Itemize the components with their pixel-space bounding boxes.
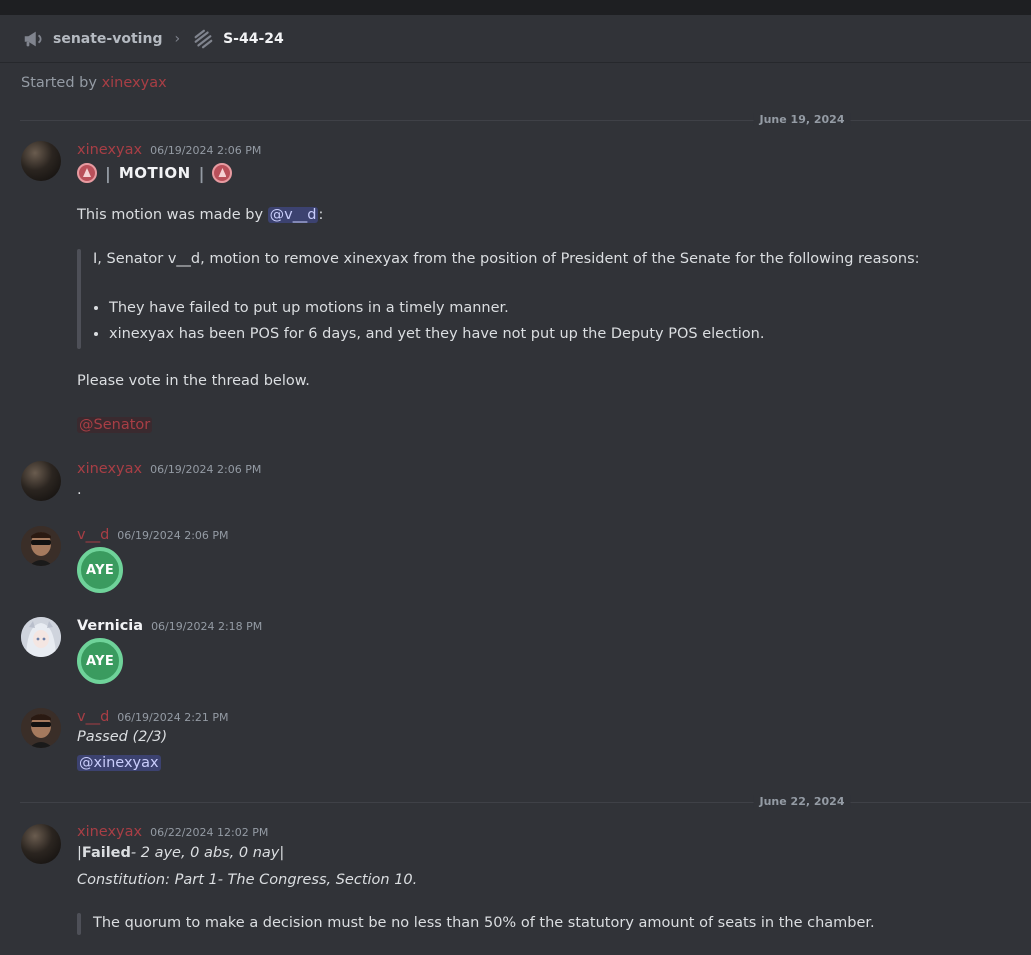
separator: | — [198, 163, 205, 183]
date-divider: June 19, 2024 — [20, 113, 1031, 126]
message-header: xinexyax 06/19/2024 2:06 PM — [77, 461, 261, 477]
message-header: v__d 06/19/2024 2:21 PM — [77, 709, 229, 725]
blockquote-bar — [77, 913, 81, 935]
message-header: xinexyax 06/19/2024 2:06 PM — [77, 142, 261, 158]
timestamp: 06/19/2024 2:06 PM — [150, 144, 262, 157]
aye-emoji-label: AYE — [85, 562, 114, 578]
message-header: Vernicia 06/19/2024 2:18 PM — [77, 618, 262, 634]
date-divider-label: June 22, 2024 — [753, 795, 851, 808]
message-text: Please vote in the thread below. — [77, 373, 310, 389]
avatar-photo — [21, 708, 61, 748]
reasons-list: They have failed to put up motions in a … — [91, 295, 764, 347]
message-text: Passed (2/3) — [77, 729, 167, 745]
thread-started-by: Started by xinexyax — [21, 75, 167, 91]
thread-starter-username[interactable]: xinexyax — [102, 75, 167, 91]
made-by-text: This motion was made by — [77, 207, 264, 223]
blockquote-bar — [77, 249, 81, 349]
punctuation: : — [318, 207, 324, 223]
message-header: xinexyax 06/22/2024 12:02 PM — [77, 824, 268, 840]
date-divider-label: June 19, 2024 — [753, 113, 851, 126]
message-header: v__d 06/19/2024 2:06 PM — [77, 527, 229, 543]
thread-header: senate-voting › S-44-24 — [0, 15, 1031, 63]
avatar-photo — [21, 526, 61, 566]
motion-label: MOTION — [118, 164, 191, 182]
citation: Constitution: Part 1- The Congress, Sect… — [77, 872, 418, 888]
username[interactable]: xinexyax — [77, 142, 142, 158]
vote-result-line: |Failed- 2 aye, 0 abs, 0 nay| — [77, 845, 284, 861]
timestamp: 06/19/2024 2:06 PM — [150, 463, 262, 476]
megaphone-icon — [24, 31, 42, 46]
role-mention[interactable]: @Senator — [77, 417, 153, 433]
timestamp: 06/19/2024 2:18 PM — [151, 620, 263, 633]
username[interactable]: xinexyax — [77, 461, 142, 477]
timestamp: 06/19/2024 2:21 PM — [117, 711, 229, 724]
window-top-bar — [0, 0, 1031, 15]
channel-name[interactable]: senate-voting — [53, 31, 162, 47]
username[interactable]: v__d — [77, 709, 109, 725]
avatar[interactable] — [21, 526, 61, 566]
avatar[interactable] — [21, 708, 61, 748]
blockquote-text: The quorum to make a decision must be no… — [93, 915, 875, 931]
senate-emblem-icon — [212, 163, 233, 183]
avatar[interactable] — [21, 824, 61, 864]
date-divider: June 22, 2024 — [20, 795, 1031, 808]
role-mention-line: @Senator — [77, 417, 153, 433]
timestamp: 06/19/2024 2:06 PM — [117, 529, 229, 542]
aye-emoji-label: AYE — [85, 653, 114, 669]
chevron-right-icon: › — [174, 30, 181, 47]
username[interactable]: Vernicia — [77, 618, 143, 634]
user-mention[interactable]: @xinexyax — [77, 755, 161, 771]
aye-emoji: AYE — [77, 638, 123, 684]
vote-tally: - 2 aye, 0 abs, 0 nay — [130, 845, 280, 861]
message-text: . — [77, 482, 82, 498]
started-by-label: Started by — [21, 75, 97, 91]
list-item: They have failed to put up motions in a … — [109, 295, 764, 321]
citation-line: Constitution: Part 1- The Congress, Sect… — [77, 872, 417, 888]
username[interactable]: xinexyax — [77, 824, 142, 840]
avatar[interactable] — [21, 617, 61, 657]
mention-line: @xinexyax — [77, 755, 161, 771]
username[interactable]: v__d — [77, 527, 109, 543]
user-mention[interactable]: @v__d — [267, 207, 319, 223]
blockquote-text: I, Senator v__d, motion to remove xinexy… — [93, 251, 920, 267]
aye-emoji: AYE — [77, 547, 123, 593]
avatar[interactable] — [21, 461, 61, 501]
avatar-illustration — [21, 617, 61, 657]
senate-emblem-icon — [77, 163, 97, 183]
motion-heading: | MOTION | — [77, 163, 233, 183]
list-item: xinexyax has been POS for 6 days, and ye… — [109, 321, 764, 347]
avatar[interactable] — [21, 141, 61, 181]
thread-icon — [194, 29, 213, 48]
separator: | — [105, 163, 111, 183]
thread-name: S-44-24 — [223, 30, 284, 47]
failed-label: Failed — [81, 845, 131, 861]
passed-result: Passed (2/3) — [77, 729, 168, 745]
separator: | — [279, 845, 285, 861]
message-text: This motion was made by @v__d: — [77, 207, 323, 223]
timestamp: 06/22/2024 12:02 PM — [150, 826, 269, 839]
